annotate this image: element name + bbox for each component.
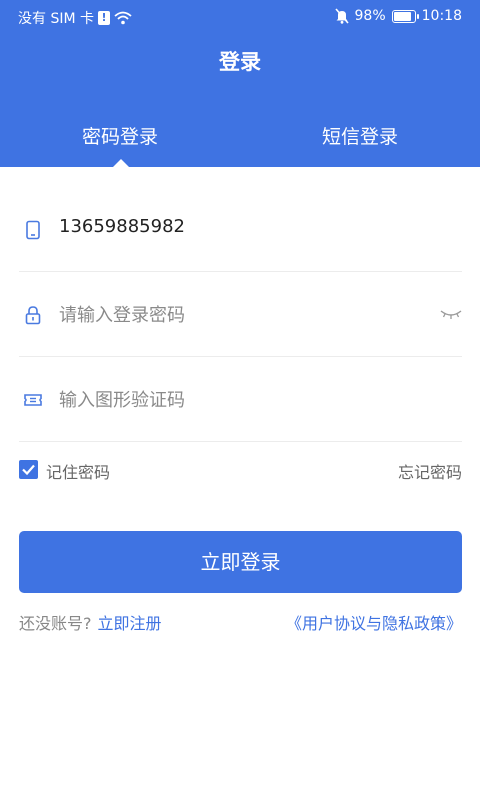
- battery-icon: [391, 9, 419, 23]
- eye-closed-icon[interactable]: [440, 309, 462, 321]
- phone-input[interactable]: 13659885982: [59, 216, 185, 237]
- lock-icon: [25, 306, 41, 325]
- mute-bell-icon: [334, 8, 349, 24]
- ticket-icon: [24, 394, 42, 406]
- captcha-field[interactable]: 输入图形验证码: [19, 356, 462, 442]
- remember-label[interactable]: 记住密码: [46, 459, 110, 483]
- phone-field[interactable]: 13659885982: [19, 186, 462, 272]
- captcha-input[interactable]: 输入图形验证码: [59, 386, 185, 412]
- phone-icon: [26, 220, 40, 240]
- password-field[interactable]: 请输入登录密码: [19, 271, 462, 357]
- password-input[interactable]: 请输入登录密码: [59, 301, 185, 327]
- check-icon: [22, 464, 35, 476]
- carrier-text: 没有 SIM 卡: [18, 11, 94, 27]
- footer-row: 还没账号? 立即注册 《用户协议与隐私政策》: [19, 610, 462, 634]
- tab-password-login[interactable]: 密码登录: [0, 122, 240, 149]
- clock-time: 10:18: [421, 8, 462, 24]
- wifi-icon: [114, 11, 132, 25]
- page-title: 登录: [219, 50, 261, 74]
- battery-percent: 98%: [354, 8, 386, 24]
- active-tab-indicator: [113, 159, 129, 167]
- policy-link[interactable]: 《用户协议与隐私政策》: [286, 610, 462, 634]
- forgot-password-link[interactable]: 忘记密码: [398, 459, 462, 483]
- no-account-text: 还没账号?: [19, 614, 92, 633]
- login-button[interactable]: 立即登录: [19, 531, 462, 593]
- register-link[interactable]: 立即注册: [98, 614, 162, 633]
- sim-warning-icon: !: [98, 11, 110, 25]
- status-bar: 没有 SIM 卡 ! 98% 10:18: [0, 0, 480, 34]
- header-bar: 没有 SIM 卡 ! 98% 10:18 登录 密码登录 短信登录: [0, 0, 480, 167]
- remember-checkbox[interactable]: [19, 460, 38, 479]
- options-row: 记住密码 忘记密码: [19, 458, 462, 482]
- tab-sms-login[interactable]: 短信登录: [240, 122, 480, 149]
